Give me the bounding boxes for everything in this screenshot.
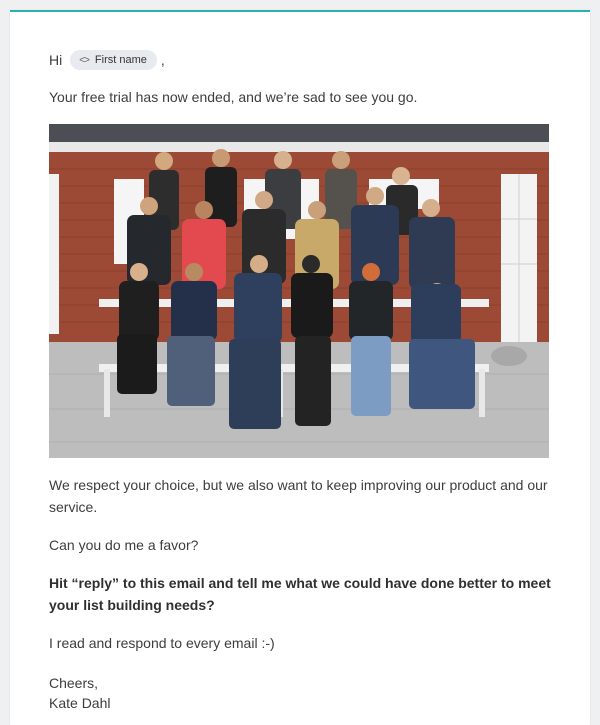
signature-name: Kate Dahl <box>49 695 111 711</box>
reply-request-text: Hit “reply” to this email and tell me wh… <box>49 575 551 613</box>
signoff-text: Cheers, <box>49 675 99 691</box>
merge-tag-label: First name <box>94 54 147 66</box>
first-name-merge-tag[interactable]: <> First name <box>70 50 157 70</box>
favor-text: Can you do me a favor? <box>49 537 199 553</box>
greeting-suffix: , <box>160 52 165 68</box>
greeting-line: Hi <> First name , <box>49 50 165 70</box>
intro-text: Your free trial has now ended, and we’re… <box>49 89 418 105</box>
greeting-prefix: Hi <box>49 52 63 68</box>
code-icon: <> <box>79 54 90 66</box>
group-photo <box>49 124 549 458</box>
respect-text: We respect your choice, but we also want… <box>49 477 548 515</box>
respond-text: I read and respond to every email :-) <box>49 635 275 651</box>
email-body: Hi <> First name , Your free trial has n… <box>10 10 590 725</box>
